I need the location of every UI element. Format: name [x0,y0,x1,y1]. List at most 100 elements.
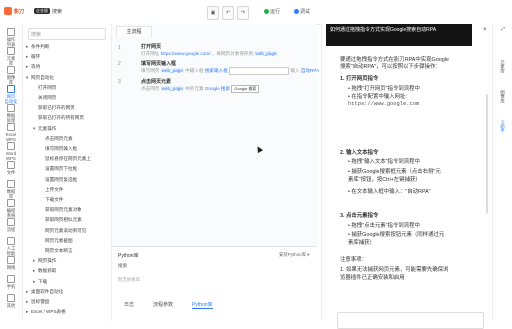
tree-item-label: 关闭网页 [38,95,57,100]
category-icon [7,28,15,36]
tree-item-label: 填写网页输入框 [45,146,78,151]
category-item[interactable]: 数据 库 [0,180,22,199]
answer-text: 2. 输入文本指令 [340,150,379,156]
answer-text: 览器插件已正确安装和启用 [340,275,405,281]
scrollbar[interactable] [486,94,488,214]
ai-assistant-tab[interactable]: AI助手 [493,120,512,134]
variable-tag: web_page [160,86,184,92]
element-preview: Google 搜索 [231,85,260,93]
step-title[interactable]: 打开网页 [141,43,161,50]
tree-item[interactable]: ▸ 循环 [23,52,113,61]
image-library-tab[interactable]: 图像库 [493,90,512,104]
tree-item[interactable]: ▸ 桌面软件自动化 [23,287,113,296]
tree-item[interactable]: ▸ 网页操作 [23,256,120,265]
category-item[interactable]: 网页 自动化 [0,85,22,104]
category-icon [7,142,15,150]
category-label: Excel WPS [5,132,17,142]
right-toolbar: ⤢ 元素库 图像库 AI助手 [492,24,512,320]
desc-text: 输入 [290,68,300,74]
tree-item-label: 点击网页元素 [45,135,73,141]
tree-item-label: 网页元素截图 [45,237,73,243]
category-item[interactable]: Excel WPS [0,123,22,142]
variable-tag: web_page [254,51,278,56]
element-library-tab[interactable]: 元素库 [493,60,512,74]
category-label: 其他 [6,303,16,308]
tree-item[interactable]: 获取已打开的所有网页 [23,113,120,122]
tree-item-label: 设置网页复选框 [45,176,78,182]
rb-label: 图像库 [500,90,506,103]
step-title[interactable]: 点击网页元素 [141,78,171,85]
tree-item[interactable]: ▸ 条件判断 [23,42,113,51]
step-description[interactable]: 打开网址 https://www.google.com/ ，将网页对象保存到 w… [141,51,278,57]
tab-python-lib[interactable]: Python库 [192,301,213,309]
desc-text: 点击网页 [141,86,160,92]
document-name[interactable]: 搜索 [52,8,62,15]
tree-item[interactable]: 关闭网页 [23,93,120,102]
answer-text: 注意事项： [340,257,367,263]
tree-item[interactable]: ▾ 元素操作 [23,124,120,133]
redo-icon[interactable]: ↷ [237,6,249,20]
tree-item[interactable]: ▸ Excel / WPS表格 [23,307,113,316]
answer-text: 素库捕获） [348,240,375,246]
category-item[interactable]: 网络 [0,256,22,270]
answer-text: https://www.google.com [348,101,420,107]
category-item[interactable]: 手机 [0,275,22,289]
debug-button[interactable]: 调试 [289,6,315,18]
category-icon [7,199,15,207]
command-tree: 搜索 ▸ 条件判断 ▸ 循环 ▸ 等待 ▾ 网页自动化 打开网页 关闭网页 获取已打开的网页 获取已打… [23,24,110,320]
category-item[interactable]: 数据 处理 [0,104,22,123]
tree-item-label: Excel / WPS表格 [31,309,66,315]
step-description[interactable]: 点击网页 web_page 中的元素 Google 搜索 Google 搜索 [141,85,260,93]
step-number: 2 [118,61,121,67]
tree-item[interactable]: 打开网页 [23,83,120,92]
category-item[interactable]: Word WPS [0,142,22,161]
tree-item[interactable]: ▸ 数据抓取 [23,266,120,275]
category-label: 元素 库 [6,56,16,66]
tab-log[interactable]: 日志 [124,301,134,308]
category-item[interactable]: 流程 [0,218,22,232]
edition-badge: 企业版 [34,8,50,14]
element-ref: 搜索输入框 [204,68,228,74]
tree-item[interactable]: 获取已打开的网页 [23,103,120,112]
tree-item[interactable]: ▸ 等待 [23,62,113,71]
save-icon[interactable]: ▣ [207,6,219,20]
category-item[interactable]: 编程 系统 [0,199,22,218]
desc-text: 打开网址 [141,51,160,56]
tab-flow-params[interactable]: 流程参数 [153,301,173,308]
chat-input[interactable] [337,312,484,329]
expand-icon[interactable]: ⤢ [493,26,512,31]
category-item[interactable]: 操作 列表 [0,28,22,47]
undo-icon[interactable]: ↶ [222,6,234,20]
tree-item[interactable]: ▾ 网页自动化 [23,73,113,82]
title-bar: 影刀 企业版 搜索 ▣ ↶ ↷ 运行 调试 [0,0,512,25]
category-label: 编程 系统 [6,208,16,218]
category-icon [7,180,15,188]
category-item[interactable]: 其他 [0,294,22,308]
category-icon [7,237,15,245]
answer-text: 1. 如果无法捕获网页元素，可能需要先确保浏 [340,267,449,273]
category-item[interactable]: 人工 智能 [0,237,22,256]
close-icon[interactable]: × [483,27,487,33]
tree-item-label: 元素操作 [38,125,57,131]
tab-main-flow[interactable]: 主流程 [116,26,152,37]
element-preview [229,67,290,75]
step-description[interactable]: 填写网页 web_page 中输入框 搜索输入框 输入 自动RPA [141,67,319,75]
tree-item[interactable]: ▸ 鼠标键盘 [23,297,113,306]
select-label: 安装Python库 [279,252,306,257]
python-lib-search[interactable]: 搜索 [118,263,127,269]
desc-text: 中输入框 [185,68,204,74]
tree-item-label: 数据抓取 [38,268,57,274]
category-label: 操作 列表 [6,37,16,47]
install-python-lib-select[interactable]: 安装Python库 ▾ [279,252,309,258]
step-title[interactable]: 填写网页输入框 [141,60,176,67]
step-number: 1 [118,45,121,51]
tree-item[interactable]: ▸ 下载 [23,277,120,286]
command-search-input[interactable]: 搜索 [28,28,106,40]
category-item[interactable]: 图像 库 [0,66,22,85]
ai-assistant-panel: 如何通过拖拽指令方式实现Google搜索自动RPA × 要通过拖拽指令方式在影刀… [321,24,492,329]
run-button[interactable]: 运行 [259,6,285,18]
category-item[interactable]: 元素 库 [0,47,22,66]
category-item[interactable]: 文件 [0,161,22,175]
run-label: 运行 [269,9,280,15]
tree-item-label: 桌面软件自动化 [31,288,64,294]
